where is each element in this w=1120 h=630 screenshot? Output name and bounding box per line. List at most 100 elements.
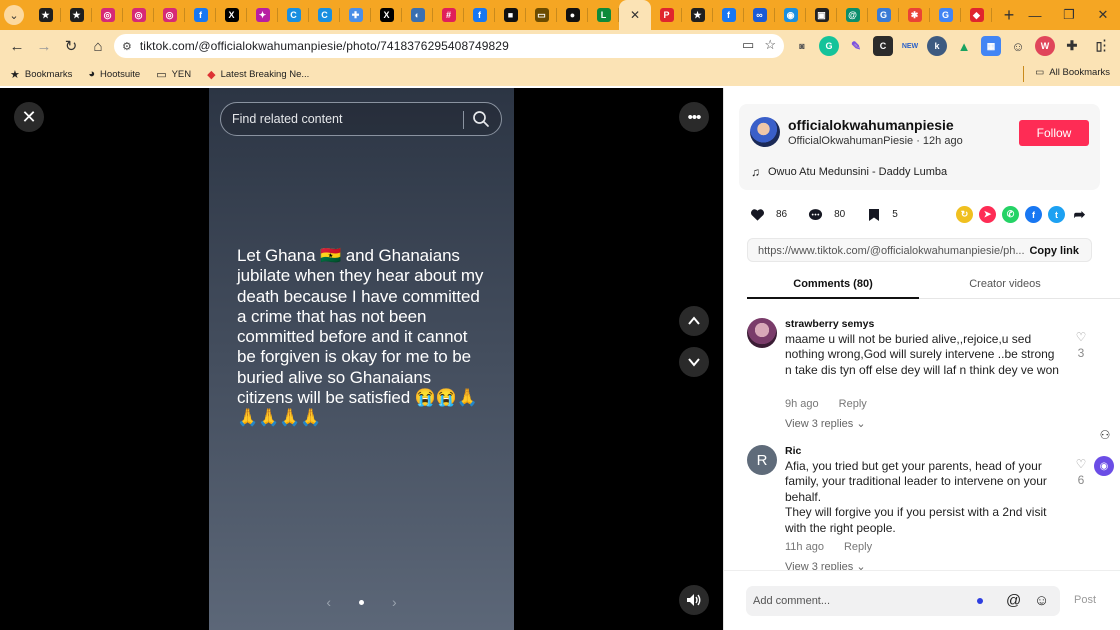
share-arrow-icon[interactable]: ➦ [1071,206,1088,223]
browser-tab[interactable]: ∞ [744,0,775,30]
tab-active[interactable]: ✕ [619,0,651,30]
browser-tab[interactable]: f [185,0,216,30]
comment-input[interactable]: Add comment... @ ☺ [746,586,1060,616]
browser-tab[interactable]: X [216,0,247,30]
back-button[interactable]: ← [4,33,30,59]
emoji-icon[interactable]: ☺ [1034,592,1049,609]
whatsapp-icon[interactable]: ✆ [1002,206,1019,223]
browser-tab[interactable]: ◎ [92,0,123,30]
mention-icon[interactable]: @ [1006,592,1021,609]
browser-tab[interactable]: f [464,0,495,30]
view-replies-button[interactable]: View 3 replies ⌄ [785,417,866,430]
reload-button[interactable]: ↻ [58,33,84,59]
author-display-name[interactable]: OfficialOkwahumanPiesie [788,135,913,147]
commenter-avatar[interactable]: R [747,445,777,475]
browser-tab[interactable]: ▭ [526,0,557,30]
pen-extension-icon[interactable]: ✎ [846,36,866,56]
tab-comments[interactable]: Comments (80) [747,278,919,290]
browser-tab[interactable]: C [309,0,340,30]
camera-extension-icon[interactable]: ◙ [792,36,812,56]
comment-like-icon[interactable]: ♡ [1074,457,1088,471]
home-button[interactable]: ⌂ [85,33,111,59]
puzzle-icon[interactable]: ✚ [1062,36,1082,56]
minimize-icon[interactable]: — [1018,8,1052,23]
browser-tab[interactable]: ✦ [247,0,278,30]
browser-tab[interactable]: ◎ [123,0,154,30]
browser-tab[interactable]: ◎ [154,0,185,30]
browser-tab[interactable]: G [930,0,961,30]
close-tab-icon[interactable]: ✕ [630,8,640,22]
comment-button[interactable]: 80 [807,206,845,223]
browser-tab[interactable]: ★ [682,0,713,30]
site-info-icon[interactable]: ⚙ [122,40,132,53]
bookmark-item[interactable]: ★ Bookmarks [10,68,72,81]
browser-tab[interactable]: G [868,0,899,30]
url-text[interactable]: tiktok.com/@officialokwahumanpiesie/phot… [140,39,509,53]
all-bookmarks-button[interactable]: ▭ All Bookmarks [1035,67,1110,78]
bookmark-item[interactable]: ◆ Latest Breaking Ne... [207,68,309,81]
related-search-input[interactable]: Find related content [220,102,502,136]
browser-tab[interactable]: ◐ [402,0,433,30]
browser-tab[interactable]: ■ [495,0,526,30]
bookmark-item[interactable]: ▭ YEN [156,68,191,81]
browser-tab[interactable]: X [371,0,402,30]
browser-tab[interactable]: @ [837,0,868,30]
reply-button[interactable]: Reply [839,398,867,410]
browser-tab[interactable]: ✚ [340,0,371,30]
close-window-icon[interactable]: ✕ [1086,7,1120,23]
bookmark-star-icon[interactable]: ☆ [764,37,776,53]
share-link-text[interactable]: https://www.tiktok.com/@officialokwahuma… [758,245,1025,257]
c-extension-icon[interactable]: C [873,36,893,56]
browser-tab[interactable]: C [278,0,309,30]
more-options-button[interactable]: ••• [679,102,709,132]
browser-tab[interactable]: # [433,0,464,30]
commenter-name[interactable]: Ric [785,445,801,457]
author-avatar[interactable] [750,117,780,147]
music-link[interactable]: ♫ Owuo Atu Medunsini - Daddy Lumba [751,165,947,179]
close-viewer-button[interactable]: ✕ [14,102,44,132]
browser-tab[interactable]: ◆ [961,0,992,30]
send-icon[interactable]: ➤ [979,206,996,223]
browser-tab[interactable]: f [713,0,744,30]
browser-tab[interactable]: ✱ [899,0,930,30]
browser-tab[interactable]: L [588,0,619,30]
bookmark-item[interactable]: ◕ Hootsuite [88,68,140,80]
comment-like-icon[interactable]: ♡ [1074,330,1088,344]
news-extension-icon[interactable]: NEW [900,36,920,56]
follow-button[interactable]: Follow [1019,120,1089,146]
next-post-button[interactable] [679,347,709,377]
commenter-avatar[interactable] [747,318,777,348]
twitter-icon[interactable]: t [1048,206,1065,223]
author-username[interactable]: officialokwahumanpiesie [788,117,954,133]
photo-slide[interactable]: Find related content Let Ghana 🇬🇭 and Gh… [209,88,514,630]
reply-button[interactable]: Reply [844,541,872,553]
browser-tab[interactable]: P [651,0,682,30]
chevron-left-icon[interactable]: ‹ [326,594,331,610]
w-extension-icon[interactable]: W [1035,36,1055,56]
restore-icon[interactable]: ❐ [1052,7,1086,23]
tab-search-button[interactable]: ⌄ [4,5,24,25]
post-button[interactable]: Post [1074,594,1096,606]
previous-post-button[interactable] [679,306,709,336]
tab-creator-videos[interactable]: Creator videos [919,278,1091,290]
k-extension-icon[interactable]: k [927,36,947,56]
browser-tab[interactable]: ◉ [775,0,806,30]
extension-float-icon[interactable]: ⚇ [1096,426,1114,444]
drive-icon[interactable]: ▲ [954,36,974,56]
pager-dot[interactable] [359,599,364,605]
browser-tab[interactable]: ● [557,0,588,30]
browser-menu-icon[interactable]: ⋮ [1097,36,1112,54]
assistant-float-icon[interactable]: ◉ [1094,456,1114,476]
cast-icon[interactable]: ▭ [742,37,754,53]
forward-button[interactable]: → [31,33,57,59]
facebook-icon[interactable]: f [1025,206,1042,223]
like-button[interactable]: 86 [749,206,787,223]
volume-button[interactable] [679,585,709,615]
browser-tab[interactable]: ★ [30,0,61,30]
grid-extension-icon[interactable]: ▦ [981,36,1001,56]
chevron-right-icon[interactable]: › [392,594,397,610]
save-button[interactable]: 5 [865,206,898,223]
face-extension-icon[interactable]: ☺ [1008,36,1028,56]
grammarly-icon[interactable]: G [819,36,839,56]
address-bar[interactable]: ⚙ tiktok.com/@officialokwahumanpiesie/ph… [114,34,784,58]
